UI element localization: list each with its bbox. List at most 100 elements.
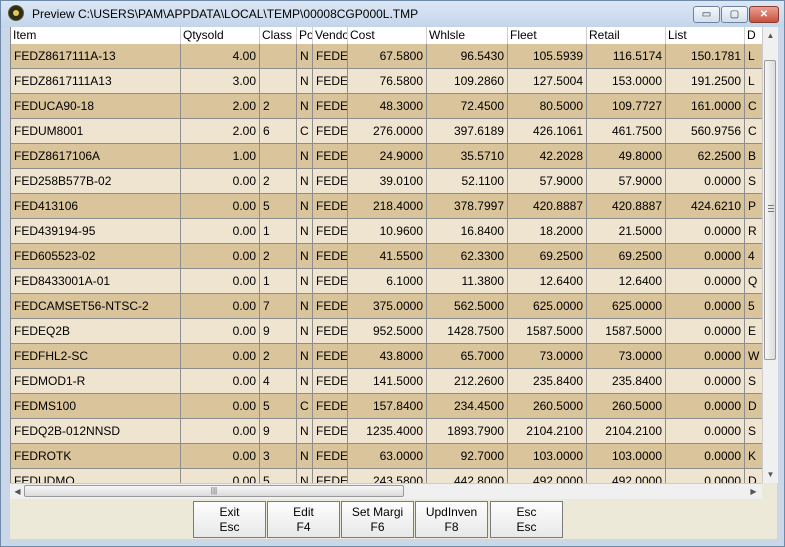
cell-cost[interactable]: 218.4000 xyxy=(348,194,427,219)
cell-fleet[interactable]: 492.0000 xyxy=(508,469,587,483)
cell-vendor[interactable]: FEDE xyxy=(313,319,348,344)
cell-item[interactable]: FEDFHL2-SC xyxy=(11,344,181,369)
cell-vendor[interactable]: FEDE xyxy=(313,44,348,69)
cell-list[interactable]: 0.0000 xyxy=(666,419,745,444)
column-header-class[interactable]: Class xyxy=(260,27,297,44)
maximize-button[interactable]: ▢ xyxy=(721,6,748,23)
cell-qtysold[interactable]: 0.00 xyxy=(181,419,260,444)
scroll-down-arrow-icon[interactable]: ▼ xyxy=(764,468,777,481)
cell-po[interactable]: C xyxy=(297,394,313,419)
cell-retail[interactable]: 492.0000 xyxy=(587,469,666,483)
horizontal-scroll-thumb[interactable]: ||| xyxy=(24,485,404,497)
cell-item[interactable]: FEDROTK xyxy=(11,444,181,469)
cell-fleet[interactable]: 80.5000 xyxy=(508,94,587,119)
cell-class[interactable]: 5 xyxy=(260,194,297,219)
cell-d[interactable]: 5 xyxy=(745,294,763,319)
cell-whlsle[interactable]: 1893.7900 xyxy=(427,419,508,444)
table-row[interactable]: FEDEQ2B 0.00 9 N FEDE 952.5000 1428.7500 1587.5… xyxy=(11,319,763,344)
cell-item[interactable]: FED258B577B-02 xyxy=(11,169,181,194)
table-row[interactable]: FEDROTK 0.00 3 N FEDE 63.0000 92.7000 103.0000 1… xyxy=(11,444,763,469)
cell-d[interactable]: S xyxy=(745,169,763,194)
cell-fleet[interactable]: 420.8887 xyxy=(508,194,587,219)
cell-qtysold[interactable]: 0.00 xyxy=(181,369,260,394)
cell-list[interactable]: 161.0000 xyxy=(666,94,745,119)
cell-class[interactable]: 1 xyxy=(260,219,297,244)
cell-qtysold[interactable]: 0.00 xyxy=(181,444,260,469)
column-header-cost[interactable]: Cost xyxy=(348,27,427,44)
cell-po[interactable]: N xyxy=(297,169,313,194)
cell-list[interactable]: 0.0000 xyxy=(666,344,745,369)
table-row[interactable]: FEDQ2B-012NNSD 0.00 9 N FEDE 1235.4000 1893.79… xyxy=(11,419,763,444)
cell-d[interactable]: 4 xyxy=(745,244,763,269)
table-row[interactable]: FED8433001A-01 0.00 1 N FEDE 6.1000 11.3800 12.… xyxy=(11,269,763,294)
cell-whlsle[interactable]: 378.7997 xyxy=(427,194,508,219)
cell-class[interactable]: 6 xyxy=(260,119,297,144)
cell-item[interactable]: FEDZ8617111A-13 xyxy=(11,44,181,69)
cell-cost[interactable]: 10.9600 xyxy=(348,219,427,244)
table-row[interactable]: FEDFHL2-SC 0.00 2 N FEDE 43.8000 65.7000 73.000… xyxy=(11,344,763,369)
cell-cost[interactable]: 43.8000 xyxy=(348,344,427,369)
table-row[interactable]: FEDZ8617111A-13 4.00 N FEDE 67.5800 96.5430 10… xyxy=(11,44,763,69)
cell-cost[interactable]: 276.0000 xyxy=(348,119,427,144)
cell-whlsle[interactable]: 62.3300 xyxy=(427,244,508,269)
cell-whlsle[interactable]: 442.8000 xyxy=(427,469,508,483)
set-margin-button[interactable]: Set Margi F6 xyxy=(341,501,414,538)
column-header-whlsle[interactable]: Whlsle xyxy=(427,27,508,44)
cell-d[interactable]: C xyxy=(745,94,763,119)
cell-fleet[interactable]: 73.0000 xyxy=(508,344,587,369)
cell-retail[interactable]: 420.8887 xyxy=(587,194,666,219)
cell-list[interactable]: 424.6210 xyxy=(666,194,745,219)
cell-class[interactable]: 1 xyxy=(260,269,297,294)
cell-vendor[interactable]: FEDE xyxy=(313,344,348,369)
cell-retail[interactable]: 235.8400 xyxy=(587,369,666,394)
column-header-d[interactable]: D xyxy=(745,27,763,44)
cell-d[interactable]: E xyxy=(745,319,763,344)
cell-po[interactable]: N xyxy=(297,94,313,119)
cell-cost[interactable]: 157.8400 xyxy=(348,394,427,419)
cell-d[interactable]: W xyxy=(745,344,763,369)
scroll-up-arrow-icon[interactable]: ▲ xyxy=(764,29,777,42)
cell-vendor[interactable]: FEDE xyxy=(313,169,348,194)
cell-vendor[interactable]: FEDE xyxy=(313,294,348,319)
cell-qtysold[interactable]: 0.00 xyxy=(181,294,260,319)
cell-qtysold[interactable]: 3.00 xyxy=(181,69,260,94)
title-bar[interactable]: Preview C:\USERS\PAM\APPDATA\LOCAL\TEMP\… xyxy=(1,1,784,27)
cell-item[interactable]: FEDEQ2B xyxy=(11,319,181,344)
cell-retail[interactable]: 2104.2100 xyxy=(587,419,666,444)
cell-whlsle[interactable]: 234.4500 xyxy=(427,394,508,419)
cell-class[interactable]: 7 xyxy=(260,294,297,319)
cell-d[interactable]: C xyxy=(745,119,763,144)
cell-d[interactable]: Q xyxy=(745,269,763,294)
cell-vendor[interactable]: FEDE xyxy=(313,469,348,483)
cell-cost[interactable]: 141.5000 xyxy=(348,369,427,394)
cell-po[interactable]: N xyxy=(297,269,313,294)
cell-po[interactable]: N xyxy=(297,194,313,219)
vertical-scrollbar[interactable]: ▲ ▼ xyxy=(762,27,778,483)
cell-d[interactable]: D xyxy=(745,469,763,483)
cell-fleet[interactable]: 2104.2100 xyxy=(508,419,587,444)
column-header-fleet[interactable]: Fleet xyxy=(508,27,587,44)
cell-retail[interactable]: 625.0000 xyxy=(587,294,666,319)
cell-whlsle[interactable]: 52.1100 xyxy=(427,169,508,194)
cell-vendor[interactable]: FEDE xyxy=(313,244,348,269)
cell-item[interactable]: FEDUCA90-18 xyxy=(11,94,181,119)
cell-vendor[interactable]: FEDE xyxy=(313,394,348,419)
cell-whlsle[interactable]: 11.3800 xyxy=(427,269,508,294)
cell-list[interactable]: 0.0000 xyxy=(666,444,745,469)
cell-whlsle[interactable]: 65.7000 xyxy=(427,344,508,369)
cell-list[interactable]: 191.2500 xyxy=(666,69,745,94)
column-header-vendor[interactable]: Vendo xyxy=(313,27,348,44)
cell-po[interactable]: N xyxy=(297,319,313,344)
cell-fleet[interactable]: 105.5939 xyxy=(508,44,587,69)
column-header-qtysold[interactable]: Qtysold xyxy=(181,27,260,44)
cell-class[interactable]: 5 xyxy=(260,469,297,483)
cell-qtysold[interactable]: 0.00 xyxy=(181,344,260,369)
escape-button[interactable]: Esc Esc xyxy=(490,501,563,538)
cell-po[interactable]: C xyxy=(297,119,313,144)
cell-vendor[interactable]: FEDE xyxy=(313,269,348,294)
cell-po[interactable]: N xyxy=(297,294,313,319)
cell-item[interactable]: FEDMS100 xyxy=(11,394,181,419)
cell-fleet[interactable]: 42.2028 xyxy=(508,144,587,169)
table-row[interactable]: FEDMS100 0.00 5 C FEDE 157.8400 234.4500 260.50… xyxy=(11,394,763,419)
cell-cost[interactable]: 6.1000 xyxy=(348,269,427,294)
